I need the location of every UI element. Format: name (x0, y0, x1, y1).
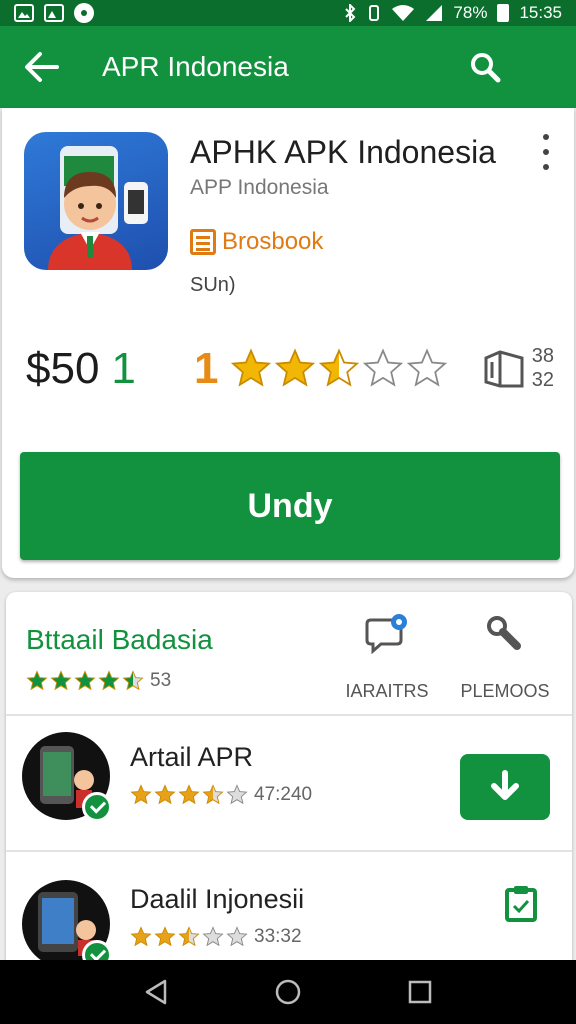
clipboard-icon[interactable] (504, 884, 538, 922)
vibrate-icon (369, 5, 380, 21)
size-top: 38 (531, 345, 554, 367)
star-icon (26, 670, 48, 691)
star-icon (407, 348, 448, 387)
app-notification-icon (74, 3, 94, 23)
square-recents-icon (408, 980, 432, 1004)
installed-check-icon (82, 792, 112, 822)
list-item-stars (130, 926, 248, 948)
star-icon (178, 926, 200, 947)
app-icon (24, 132, 168, 270)
section-rating: 53 (26, 670, 171, 692)
arrow-back-icon (25, 52, 59, 82)
battery-icon (497, 4, 510, 22)
nav-back-button[interactable] (136, 972, 176, 1012)
triangle-back-icon (145, 979, 167, 1005)
download-button[interactable] (460, 754, 550, 820)
install-button[interactable]: Undy (20, 452, 560, 560)
list-item-rating: 47:240 (130, 784, 312, 806)
rating-value: 1 (194, 344, 219, 393)
section-rating-count: 53 (150, 670, 172, 691)
list-item-rating: 33:32 (130, 926, 302, 948)
list-item-count: 33:32 (254, 926, 302, 947)
star-icon (122, 670, 144, 691)
list-item-stars (130, 784, 248, 806)
download-arrow-icon (491, 770, 519, 800)
battery-percent: 78% (453, 3, 488, 22)
list-item-count: 47:240 (254, 784, 313, 805)
price-main: $50 (26, 344, 100, 393)
download-size-icon (484, 350, 524, 388)
star-icon (231, 348, 272, 387)
category-icon (190, 229, 216, 255)
bluetooth-icon (345, 4, 356, 22)
notification-icons (14, 3, 94, 23)
list-item-title: Artail APR (130, 742, 254, 772)
download-size: 38 32 (532, 344, 554, 392)
nav-recents-button[interactable] (400, 972, 440, 1012)
section-action-1[interactable]: IARAITRS (332, 614, 442, 702)
star-icon (130, 784, 152, 805)
star-icon (178, 784, 200, 805)
star-icon (363, 348, 404, 387)
size-bottom: 32 (531, 369, 554, 391)
search-icon (471, 53, 501, 83)
list-item-avatar (22, 880, 112, 970)
wifi-icon (392, 5, 415, 21)
back-button[interactable] (0, 26, 84, 108)
section-action-1-label: IARAITRS (345, 681, 429, 701)
clock: 15:35 (519, 3, 562, 22)
status-bar: 78% 15:35 (0, 0, 576, 26)
star-icon (50, 670, 72, 691)
circle-home-icon (275, 979, 301, 1005)
star-icon (319, 348, 360, 387)
section-action-2[interactable]: PLEMOOS (450, 614, 560, 702)
photo-notification-icon (44, 4, 64, 22)
price-suffix: 1 (111, 344, 136, 393)
star-icon (275, 348, 316, 387)
app-subinfo: SUn) (190, 274, 236, 296)
category-link[interactable]: Brosbook (190, 228, 323, 256)
section-title[interactable]: Bttaail Badasia (26, 624, 213, 656)
chat-icon (365, 614, 407, 655)
page-title: APR Indonesia (102, 51, 289, 82)
app-rating: 1 (194, 344, 448, 394)
star-icon (154, 926, 176, 947)
system-nav-bar (0, 960, 576, 1024)
star-icon (202, 926, 224, 947)
star-icon (226, 926, 248, 947)
app-detail-card: APHK APK Indonesia APP Indonesia Brosboo… (2, 108, 574, 578)
more-options-button[interactable] (534, 130, 558, 174)
section-action-2-label: PLEMOOS (460, 681, 550, 701)
related-section-card: Bttaail Badasia 53 IARAITRS PLEMOOS Arta… (6, 592, 572, 972)
price: $50 1 (26, 344, 136, 394)
nav-home-button[interactable] (268, 972, 308, 1012)
star-icon (98, 670, 120, 691)
link-icon (487, 616, 521, 650)
system-indicators: 78% 15:35 (343, 3, 562, 23)
list-item-avatar (22, 732, 112, 822)
gallery-notification-icon (14, 4, 34, 22)
category-label: Brosbook (222, 228, 324, 255)
star-icon (154, 784, 176, 805)
star-icon (202, 784, 224, 805)
list-item[interactable]: Daalil Injonesii 33:32 (6, 852, 572, 972)
star-icon (130, 926, 152, 947)
signal-icon (426, 5, 443, 21)
section-rating-stars (26, 670, 144, 692)
star-icon (226, 784, 248, 805)
star-icon (74, 670, 96, 691)
app-bar: APR Indonesia (0, 26, 576, 108)
list-item-title: Daalil Injonesii (130, 884, 305, 914)
developer-name[interactable]: APP Indonesia (190, 176, 329, 200)
list-item[interactable]: Artail APR 47:240 (6, 716, 572, 850)
search-button[interactable] (464, 46, 506, 88)
app-name: APHK APK Indonesia (190, 134, 496, 170)
rating-stars (230, 348, 448, 390)
